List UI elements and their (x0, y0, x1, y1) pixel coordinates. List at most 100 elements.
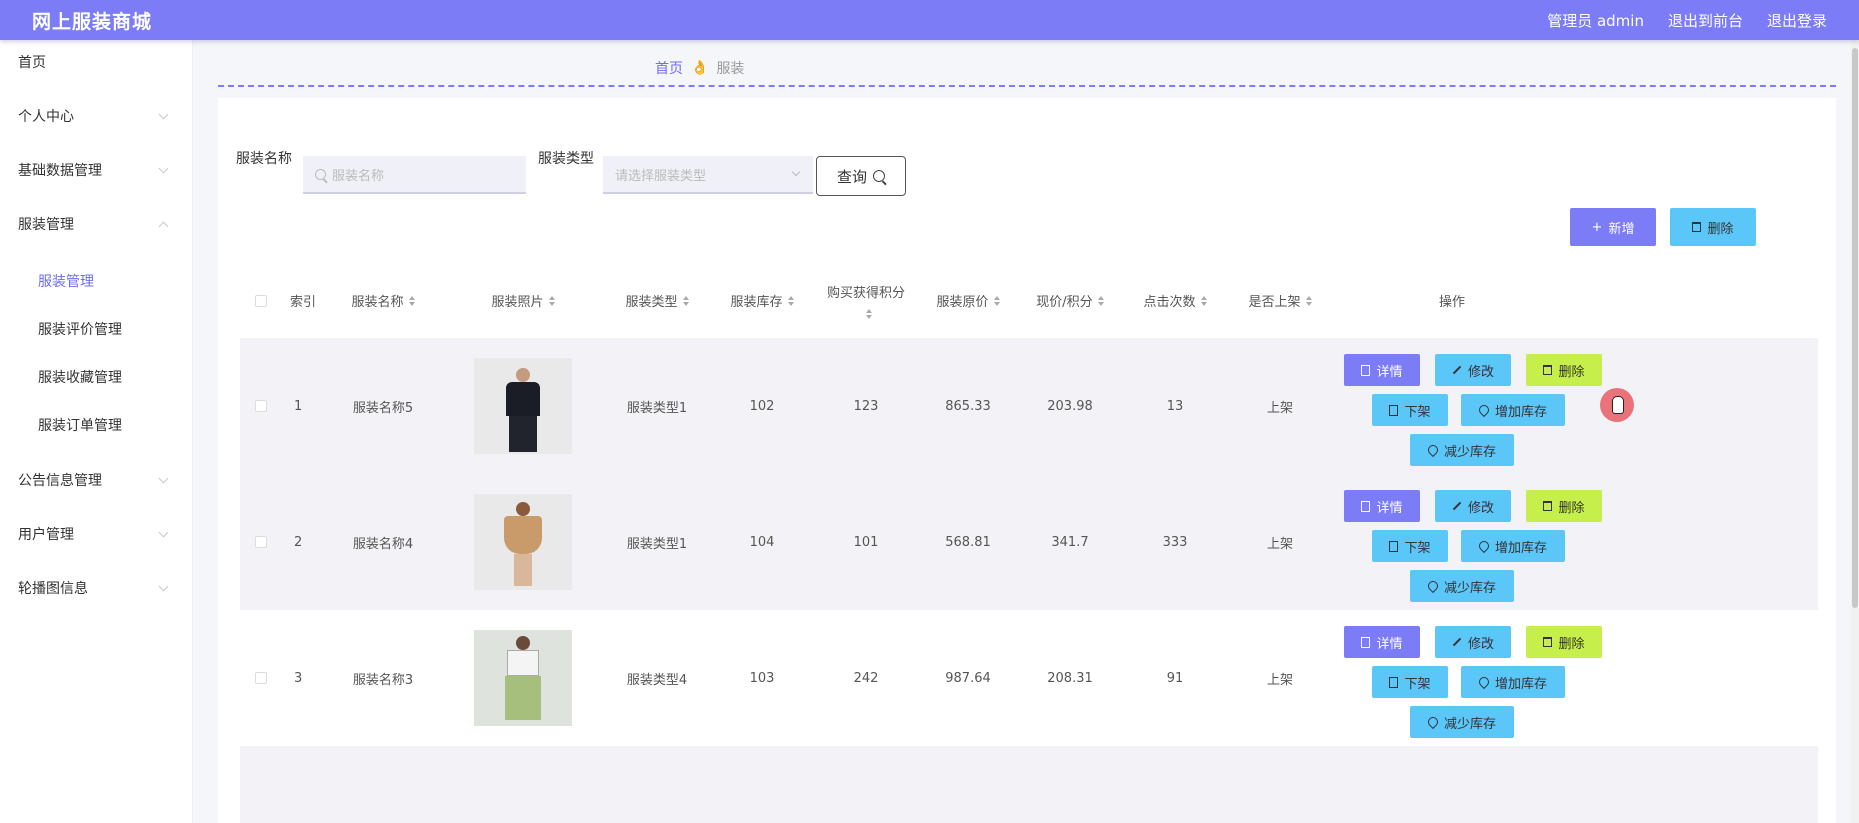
sort-icon (993, 295, 1000, 306)
sidebar-item-label: 基础数据管理 (18, 163, 102, 179)
add-button[interactable]: + 新增 (1570, 208, 1656, 246)
garment-photo[interactable] (474, 494, 572, 590)
cell-price: 341.7 (1051, 534, 1089, 550)
sidebar-subitem-review[interactable]: 服装评价管理 (38, 319, 122, 339)
table-row: 3 服装名称3 服装类型4 103 242 987.64 208.31 91 上… (240, 610, 1818, 746)
edit-button[interactable]: 修改 (1435, 354, 1511, 386)
th-points[interactable]: 购买获得积分 (814, 263, 918, 338)
th-clicks[interactable]: 点击次数 (1122, 263, 1228, 338)
detail-label: 详情 (1376, 500, 1403, 516)
name-search-label: 服装名称 (236, 151, 292, 167)
edit-label: 修改 (1467, 500, 1494, 516)
edit-button[interactable]: 修改 (1435, 626, 1511, 658)
cell-clicks: 13 (1166, 398, 1184, 414)
sidebar-item-carousel[interactable]: 轮播图信息 (18, 578, 169, 598)
reduce-stock-label: 减少库存 (1443, 716, 1496, 732)
content-panel: 服装名称 服装名称 服装类型 请选择服装类型 查询 + 新增 删除 索引 服装名… (218, 98, 1836, 823)
sidebar-item-label: 公告信息管理 (18, 473, 102, 489)
delete-button[interactable]: 删除 (1526, 354, 1602, 386)
search-icon (315, 168, 326, 180)
th-photo[interactable]: 服装照片 (442, 263, 604, 338)
trash-icon (1543, 501, 1553, 511)
off-shelf-button[interactable]: 下架 (1372, 394, 1448, 426)
th-orig-price[interactable]: 服装原价 (918, 263, 1018, 338)
th-stock-label: 服装库存 (730, 295, 783, 310)
detail-label: 详情 (1376, 636, 1403, 652)
chevron-down-icon (158, 473, 169, 484)
off-shelf-button[interactable]: 下架 (1372, 530, 1448, 562)
chevron-down-icon (158, 581, 169, 592)
off-shelf-button[interactable]: 下架 (1372, 666, 1448, 698)
th-type[interactable]: 服装类型 (604, 263, 710, 338)
detail-button[interactable]: 详情 (1344, 490, 1420, 522)
th-on-shelf[interactable]: 是否上架 (1228, 263, 1332, 338)
sidebar-item-profile[interactable]: 个人中心 (18, 106, 169, 126)
delete-button[interactable]: 删除 (1526, 490, 1602, 522)
add-stock-button[interactable]: 增加库存 (1461, 666, 1565, 698)
location-icon (1476, 402, 1492, 418)
name-search-input[interactable]: 服装名称 (303, 156, 526, 194)
row-checkbox[interactable] (255, 536, 267, 548)
sidebar-subitem-garment-manage[interactable]: 服装管理 (38, 271, 94, 291)
edit-label: 修改 (1467, 636, 1494, 652)
scrollbar-thumb[interactable] (1852, 48, 1858, 608)
sidebar-item-notice[interactable]: 公告信息管理 (18, 470, 169, 490)
delete-label: 删除 (1558, 500, 1585, 516)
th-stock[interactable]: 服装库存 (710, 263, 814, 338)
cell-clicks: 333 (1162, 534, 1188, 550)
cell-index: 2 (294, 534, 303, 550)
row-checkbox[interactable] (255, 400, 267, 412)
location-icon (1425, 442, 1441, 458)
select-all-cell (240, 263, 282, 338)
sort-icon (1200, 295, 1207, 306)
sort-icon (1097, 295, 1104, 306)
detail-button[interactable]: 详情 (1344, 626, 1420, 658)
cell-orig-price: 987.64 (945, 670, 991, 686)
delete-button[interactable]: 删除 (1526, 626, 1602, 658)
cell-points: 123 (853, 398, 879, 414)
add-stock-button[interactable]: 增加库存 (1461, 530, 1565, 562)
search-icon (873, 170, 885, 182)
chevron-down-icon (158, 527, 169, 538)
reduce-stock-button[interactable]: 减少库存 (1410, 706, 1514, 738)
sort-icon (1305, 295, 1312, 306)
th-index-label: 索引 (289, 295, 316, 310)
edit-label: 修改 (1467, 364, 1494, 380)
breadcrumb: 首页 👌 服装 (655, 58, 744, 78)
to-front-link[interactable]: 退出到前台 (1668, 10, 1743, 31)
cell-on-shelf: 上架 (1266, 536, 1293, 552)
add-stock-button[interactable]: 增加库存 (1461, 394, 1565, 426)
logout-link[interactable]: 退出登录 (1767, 10, 1827, 31)
detail-button[interactable]: 详情 (1344, 354, 1420, 386)
th-name[interactable]: 服装名称 (324, 263, 442, 338)
cell-stock: 103 (749, 670, 775, 686)
garment-photo[interactable] (474, 630, 572, 726)
sort-icon (682, 295, 689, 306)
sidebar-item-home[interactable]: 首页 (18, 52, 46, 72)
row-checkbox[interactable] (255, 672, 267, 684)
select-all-checkbox[interactable] (255, 294, 267, 307)
th-price[interactable]: 现价/积分 (1018, 263, 1122, 338)
document-icon (1389, 676, 1399, 688)
sidebar-subitem-orders[interactable]: 服装订单管理 (38, 415, 122, 435)
pencil-icon (1452, 501, 1462, 511)
trash-icon (1543, 365, 1553, 375)
reduce-stock-button[interactable]: 减少库存 (1410, 434, 1514, 466)
location-icon (1476, 538, 1492, 554)
sidebar-item-users[interactable]: 用户管理 (18, 524, 169, 544)
sidebar-subitem-favorites[interactable]: 服装收藏管理 (38, 367, 122, 387)
cell-photo (442, 338, 604, 474)
hand-icon: 👌 (691, 60, 709, 76)
reduce-stock-button[interactable]: 减少库存 (1410, 570, 1514, 602)
sidebar-item-basic-data[interactable]: 基础数据管理 (18, 160, 169, 180)
table-row: 1 服装名称5 服装类型1 102 123 865.33 203.98 13 上… (240, 338, 1818, 474)
batch-delete-button[interactable]: 删除 (1670, 208, 1756, 246)
sidebar-item-garment[interactable]: 服装管理 (18, 214, 169, 234)
edit-button[interactable]: 修改 (1435, 490, 1511, 522)
garment-photo[interactable] (474, 358, 572, 454)
row-check-cell (240, 474, 282, 610)
th-orig-price-label: 服装原价 (936, 295, 989, 310)
query-button[interactable]: 查询 (816, 156, 906, 196)
breadcrumb-home[interactable]: 首页 (655, 58, 683, 78)
type-select[interactable]: 请选择服装类型 (603, 156, 813, 194)
